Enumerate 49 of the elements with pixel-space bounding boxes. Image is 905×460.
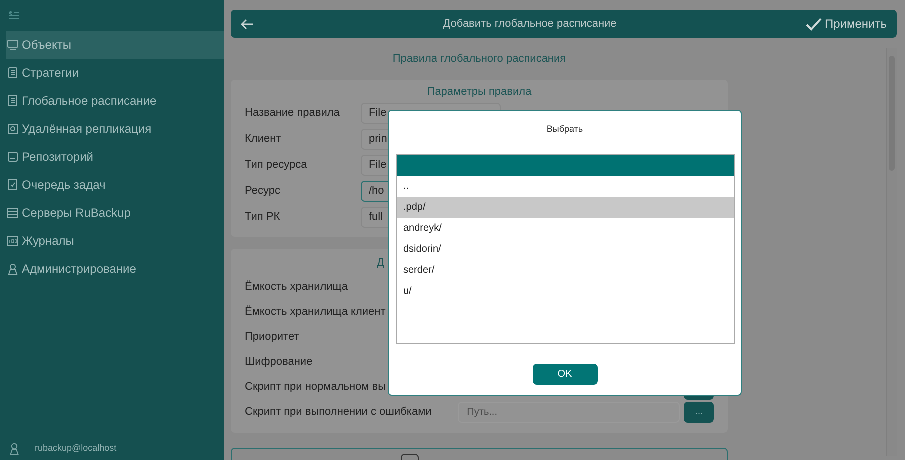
back-arrow-icon[interactable] [241, 18, 254, 30]
file-list-item[interactable]: u/ [396, 280, 734, 302]
document-icon [7, 67, 19, 79]
field-label: Ёмкость хранилища клиент [245, 304, 386, 320]
dialog-title: Выбрать [546, 123, 584, 136]
card-title: Параметры правила [426, 84, 533, 100]
browse-button[interactable]: ... [684, 402, 714, 422]
field-label: Ёмкость хранилища [245, 280, 348, 295]
path-field[interactable]: Путь... [458, 402, 680, 422]
file-list-item[interactable]: andreyk/ [396, 218, 734, 238]
sidebar-item[interactable]: Объекты [6, 31, 224, 59]
monitor-icon [7, 39, 19, 51]
field-label: Тип РК [245, 210, 282, 226]
sidebar-item[interactable]: Удалённая репликация [6, 115, 224, 143]
field-label: Скрипт при нормальном вы [245, 380, 386, 395]
field-label: Ресурс [245, 184, 282, 200]
sidebar-item[interactable]: Репозиторий [6, 143, 224, 171]
collapse-menu-icon[interactable] [9, 10, 19, 20]
replica-icon [7, 123, 19, 135]
file-list-item[interactable]: serder/ [396, 260, 734, 280]
field-label: Скрипт при выполнении с ошибками [245, 404, 432, 420]
checkmark-icon [806, 18, 822, 30]
sidebar-item[interactable]: Очередь задач [6, 171, 224, 199]
user-name: rubackup@localhost [35, 442, 117, 456]
drive-icon [7, 151, 19, 163]
user-icon [10, 443, 19, 455]
card-title: Д [377, 256, 384, 271]
sidebar-item[interactable]: Серверы RuBackup [6, 199, 224, 227]
file-list-item[interactable]: .pdp/ [396, 196, 734, 218]
page-title: Добавить глобальное расписание [442, 16, 618, 32]
field-label: Название правила [245, 106, 341, 122]
field-label: Клиент [245, 132, 282, 148]
section-title: Правила глобального расписания [392, 52, 568, 67]
field-label: Тип ресурса [245, 158, 308, 174]
file-list-item[interactable]: dsidorin/ [396, 238, 734, 260]
sidebar-item[interactable]: Администрирование [6, 255, 224, 283]
sidebar-item[interactable]: Глобальное расписание [6, 87, 224, 115]
apply-button[interactable]: Применить [806, 15, 887, 33]
field-label: Приоритет [245, 330, 300, 345]
field-label: Шифрование [245, 354, 313, 370]
document-icon [7, 95, 19, 107]
server-icon [7, 207, 19, 219]
ok-button[interactable]: OK [532, 364, 598, 384]
checklist-icon [7, 179, 19, 191]
sidebar-item[interactable]: Журналы [6, 227, 224, 255]
log-icon [7, 235, 19, 247]
sidebar-item[interactable]: Стратегии [6, 59, 224, 87]
user-icon [7, 263, 19, 275]
file-list-item[interactable]: .. [396, 176, 734, 196]
